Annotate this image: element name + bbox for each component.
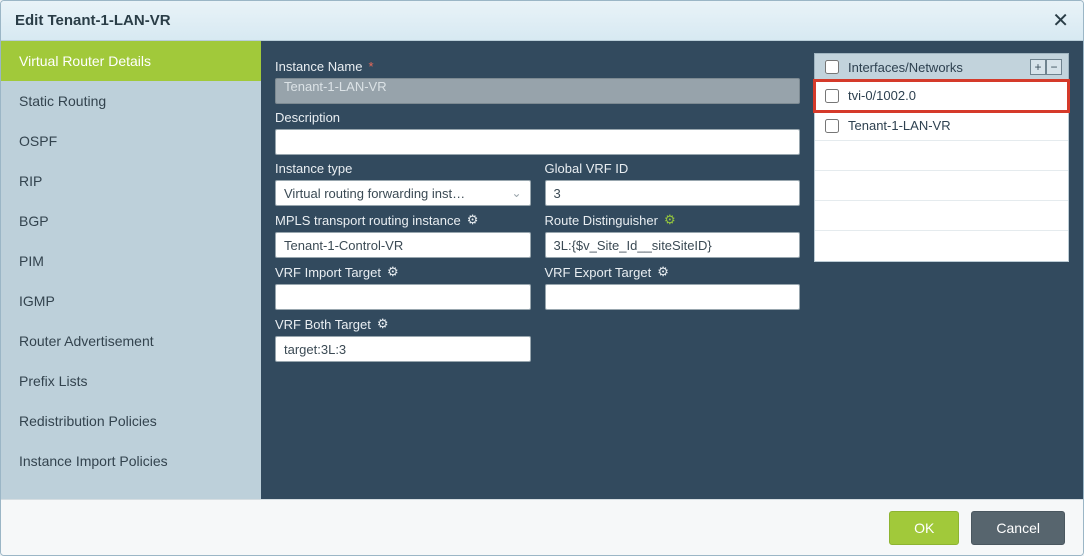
gear-icon[interactable]: ⚙ [387,264,399,280]
interfaces-select-all-checkbox[interactable] [825,60,839,74]
sidebar-item-redistribution-policies[interactable]: Redistribution Policies [1,401,261,441]
interfaces-row[interactable]: tvi-0/1002.0 [815,81,1068,111]
sidebar-item-instance-import-policies[interactable]: Instance Import Policies [1,441,261,481]
main-form: Instance Name * Tenant-1-LAN-VR Descript… [261,41,1083,499]
sidebar-item-bgp[interactable]: BGP [1,201,261,241]
close-icon[interactable]: ✕ [1052,11,1069,31]
interfaces-remove-button[interactable]: − [1046,59,1062,75]
mpls-field[interactable] [275,232,531,258]
interfaces-row-label: Tenant-1-LAN-VR [848,118,951,133]
vrf-both-label: VRF Both Target ⚙ [275,316,531,332]
instance-name-label: Instance Name * [275,59,800,74]
mpls-label-text: MPLS transport routing instance [275,213,461,228]
gear-icon[interactable]: ⚙ [467,212,479,228]
ok-button[interactable]: OK [889,511,959,545]
vrf-both-label-text: VRF Both Target [275,317,371,332]
description-label: Description [275,110,800,125]
interfaces-row-empty [815,141,1068,171]
sidebar-item-ospf[interactable]: OSPF [1,121,261,161]
gear-icon[interactable]: ⚙ [657,264,669,280]
gear-icon[interactable]: ⚙ [664,212,676,228]
rd-field[interactable] [545,232,801,258]
vrf-export-field[interactable] [545,284,801,310]
interfaces-row-checkbox[interactable] [825,119,839,133]
form-column: Instance Name * Tenant-1-LAN-VR Descript… [275,53,800,362]
vrf-import-field[interactable] [275,284,531,310]
instance-name-label-text: Instance Name [275,59,362,74]
sidebar-item-pim[interactable]: PIM [1,241,261,281]
dialog-title: Edit Tenant-1-LAN-VR [15,12,171,29]
edit-vr-dialog: Edit Tenant-1-LAN-VR ✕ Virtual Router De… [0,0,1084,556]
interfaces-row-checkbox[interactable] [825,89,839,103]
interfaces-panel: Interfaces/Networks + − tvi-0/1002.0 Ten… [814,53,1069,262]
rd-label: Route Distinguisher ⚙ [545,212,801,228]
description-field[interactable] [275,129,800,155]
interfaces-header-label: Interfaces/Networks [848,60,1024,75]
instance-type-select[interactable]: Virtual routing forwarding inst… ⌄ [275,180,531,206]
interfaces-row-empty [815,201,1068,231]
sidebar-item-virtual-router-details[interactable]: Virtual Router Details [1,41,261,81]
interfaces-row[interactable]: Tenant-1-LAN-VR [815,111,1068,141]
instance-type-label: Instance type [275,161,531,176]
titlebar: Edit Tenant-1-LAN-VR ✕ [1,1,1083,41]
sidebar: Virtual Router Details Static Routing OS… [1,41,261,499]
cancel-button[interactable]: Cancel [971,511,1065,545]
instance-type-value: Virtual routing forwarding inst… [284,186,465,201]
required-icon: * [368,59,373,74]
vrf-export-label: VRF Export Target ⚙ [545,264,801,280]
dialog-body: Virtual Router Details Static Routing OS… [1,41,1083,499]
interfaces-header: Interfaces/Networks + − [814,53,1069,81]
vrf-import-label: VRF Import Target ⚙ [275,264,531,280]
global-vrf-id-label: Global VRF ID [545,161,801,176]
interfaces-add-button[interactable]: + [1030,59,1046,75]
interfaces-row-empty [815,231,1068,261]
rd-label-text: Route Distinguisher [545,213,658,228]
mpls-label: MPLS transport routing instance ⚙ [275,212,531,228]
sidebar-item-prefix-lists[interactable]: Prefix Lists [1,361,261,401]
interfaces-list: tvi-0/1002.0 Tenant-1-LAN-VR [814,81,1069,262]
interfaces-row-label: tvi-0/1002.0 [848,88,916,103]
sidebar-item-igmp[interactable]: IGMP [1,281,261,321]
global-vrf-id-field[interactable] [545,180,801,206]
sidebar-item-static-routing[interactable]: Static Routing [1,81,261,121]
interfaces-row-empty [815,171,1068,201]
vrf-import-label-text: VRF Import Target [275,265,381,280]
chevron-down-icon: ⌄ [511,186,521,200]
sidebar-item-router-advertisement[interactable]: Router Advertisement [1,321,261,361]
vrf-both-field[interactable] [275,336,531,362]
gear-icon[interactable]: ⚙ [377,316,389,332]
sidebar-item-rip[interactable]: RIP [1,161,261,201]
dialog-footer: OK Cancel [1,499,1083,555]
instance-name-field: Tenant-1-LAN-VR [275,78,800,104]
vrf-export-label-text: VRF Export Target [545,265,652,280]
